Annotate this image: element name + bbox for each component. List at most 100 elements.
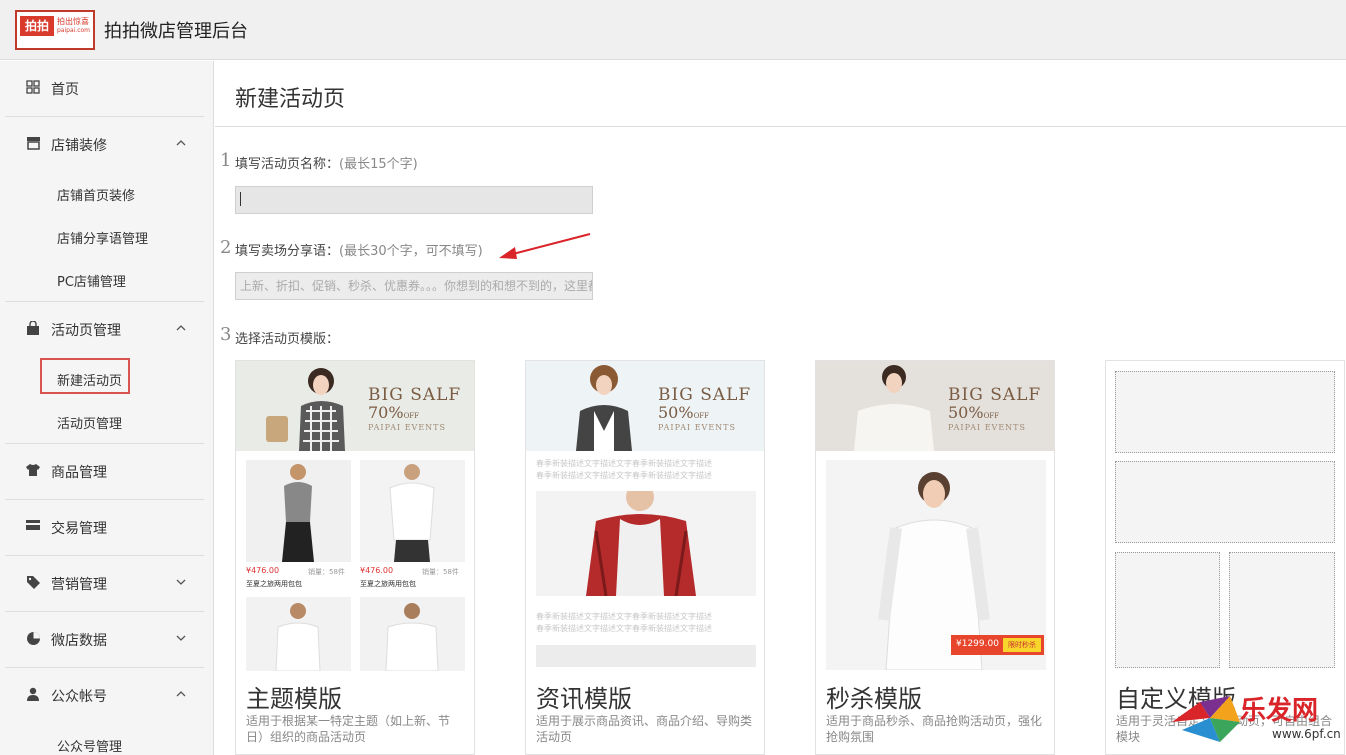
article-photo bbox=[536, 491, 756, 596]
chevron-up-icon[interactable] bbox=[176, 686, 186, 702]
chevron-up-icon[interactable] bbox=[176, 320, 186, 336]
product-photo bbox=[360, 460, 465, 562]
product-photo bbox=[246, 597, 351, 671]
activity-name-input[interactable] bbox=[235, 186, 593, 214]
template-name: 主题模版 bbox=[246, 685, 342, 713]
step-number: 3 bbox=[220, 324, 232, 345]
banner-model-image bbox=[261, 361, 351, 451]
banner-events: PAIPAI EVENTS bbox=[948, 423, 1026, 432]
sidebar-item-label: 店铺装修 bbox=[51, 138, 107, 154]
sidebar-item-store-decoration[interactable]: 店铺装修 bbox=[5, 117, 204, 172]
sidebar-item-marketing[interactable]: 营销管理 bbox=[5, 556, 204, 611]
banner-discount-value: 50% bbox=[948, 403, 984, 422]
sidebar-item-label: 交易管理 bbox=[51, 521, 107, 537]
watermark-brand: 乐发网 bbox=[1240, 696, 1319, 726]
page-title: 新建活动页 bbox=[235, 87, 346, 112]
sidebar-item-label: 公众帐号 bbox=[51, 689, 107, 705]
step-number: 2 bbox=[220, 237, 232, 258]
product-name: 至夏之旅两用包包 bbox=[360, 580, 416, 588]
site-watermark: 乐发网 www.6pf.cn bbox=[1170, 690, 1341, 750]
top-header: 拍拍 拍出惊喜 paipai.com 拍拍微店管理后台 bbox=[0, 0, 1346, 60]
sidebar-subitem-activity-manage[interactable]: 活动页管理 bbox=[57, 413, 122, 432]
product-sales: 销量：58件 bbox=[422, 568, 459, 576]
sidebar-item-home[interactable]: 首页 bbox=[5, 61, 204, 116]
logo-slogan: 拍出惊喜 bbox=[57, 17, 89, 26]
banner-discount: 70%OFF bbox=[368, 403, 419, 422]
sidebar-subitem-home-decoration[interactable]: 店铺首页装修 bbox=[57, 185, 135, 204]
template-name: 秒杀模版 bbox=[826, 685, 922, 713]
product-photo bbox=[360, 597, 465, 671]
bag-icon bbox=[25, 320, 41, 337]
banner-headline: BIG SALF bbox=[658, 385, 752, 405]
filler-text: 春季新装描述文字描述文字春季新装描述文字描述 bbox=[536, 471, 712, 480]
sidebar-item-label: 商品管理 bbox=[51, 465, 107, 481]
banner-events: PAIPAI EVENTS bbox=[368, 423, 446, 432]
article-photo bbox=[536, 645, 756, 667]
card-icon bbox=[25, 519, 41, 535]
sidebar-item-products[interactable]: 商品管理 bbox=[5, 444, 204, 499]
grid-icon bbox=[25, 80, 41, 96]
flash-price: ¥1299.00 bbox=[956, 639, 999, 649]
sidebar-item-label: 首页 bbox=[51, 82, 79, 98]
step2-hint: (最长30个字，可不填写) bbox=[339, 244, 483, 259]
sidebar-subitem-share-text[interactable]: 店铺分享语管理 bbox=[57, 228, 148, 247]
filler-text: 春季新装描述文字描述文字春季新装描述文字描述 bbox=[536, 459, 712, 468]
layout-block bbox=[1229, 552, 1335, 668]
red-arrow-annotation bbox=[499, 233, 591, 259]
banner-off: OFF bbox=[693, 412, 710, 420]
pie-icon bbox=[25, 631, 41, 647]
template-card-theme[interactable]: BIG SALF 70%OFF PAIPAI EVENTS ¥476.00 销量… bbox=[235, 360, 475, 755]
step1-hint: (最长15个字) bbox=[339, 157, 418, 172]
product-price: ¥476.00 bbox=[360, 566, 394, 575]
step1-label-text: 填写活动页名称： bbox=[235, 157, 340, 172]
sidebar-subitem-pc-store[interactable]: PC店铺管理 bbox=[57, 271, 126, 290]
template-name: 资讯模版 bbox=[536, 685, 632, 713]
banner-events: PAIPAI EVENTS bbox=[658, 423, 736, 432]
sidebar-item-activity-pages[interactable]: 活动页管理 bbox=[5, 302, 204, 357]
product-name: 至夏之旅两用包包 bbox=[246, 580, 302, 588]
chevron-up-icon[interactable] bbox=[176, 135, 186, 151]
product-price: ¥476.00 bbox=[246, 566, 280, 575]
sidebar-item-label: 微店数据 bbox=[51, 633, 107, 649]
template-card-news[interactable]: BIG SALF 50%OFF PAIPAI EVENTS 春季新装描述文字描述… bbox=[525, 360, 765, 755]
sidebar-item-transactions[interactable]: 交易管理 bbox=[5, 500, 204, 555]
sidebar-subitem-public-manage[interactable]: 公众号管理 bbox=[57, 736, 122, 755]
sidebar-subitem-new-activity[interactable]: 新建活动页 bbox=[57, 370, 122, 389]
chevron-down-icon[interactable] bbox=[176, 574, 186, 590]
user-icon bbox=[25, 687, 41, 703]
banner-model-image bbox=[546, 361, 656, 451]
watermark-url: www.6pf.cn bbox=[1272, 727, 1341, 741]
logo-domain: paipai.com bbox=[57, 27, 91, 34]
sidebar-item-public-account[interactable]: 公众帐号 bbox=[5, 668, 204, 723]
layout-block bbox=[1115, 552, 1220, 668]
layout-block bbox=[1115, 371, 1335, 453]
banner-discount-value: 70% bbox=[368, 403, 404, 422]
sidebar-item-label: 营销管理 bbox=[51, 577, 107, 593]
paipai-logo[interactable]: 拍拍 拍出惊喜 paipai.com bbox=[15, 10, 95, 50]
text-caret bbox=[240, 191, 241, 206]
sidebar-item-store-data[interactable]: 微店数据 bbox=[5, 612, 204, 667]
banner-discount: 50%OFF bbox=[948, 403, 999, 422]
template-banner: BIG SALF 70%OFF PAIPAI EVENTS bbox=[236, 361, 474, 451]
app-title: 拍拍微店管理后台 bbox=[104, 21, 248, 42]
template-banner: BIG SALF 50%OFF PAIPAI EVENTS bbox=[816, 361, 1054, 451]
template-description: 适用于商品秒杀、商品抢购活动页，强化抢购氛围 bbox=[826, 714, 1043, 744]
chevron-down-icon[interactable] bbox=[176, 630, 186, 646]
step2-label-text: 填写卖场分享语： bbox=[235, 244, 340, 259]
banner-off: OFF bbox=[983, 412, 1000, 420]
step2-label: 填写卖场分享语：(最长30个字，可不填写) bbox=[235, 240, 483, 259]
step1-label: 填写活动页名称：(最长15个字) bbox=[235, 153, 418, 172]
banner-discount: 50%OFF bbox=[658, 403, 709, 422]
filler-text: 春季新装描述文字描述文字春季新装描述文字描述 bbox=[536, 624, 712, 633]
main-content: 新建活动页 1 填写活动页名称：(最长15个字) 2 填写卖场分享语：(最长30… bbox=[215, 61, 1346, 755]
share-text-input[interactable]: 上新、折扣、促销、秒杀、优惠券。。。你想到的和想不到的，这里都有 bbox=[235, 272, 593, 300]
filler-text: 春季新装描述文字描述文字春季新装描述文字描述 bbox=[536, 612, 712, 621]
template-card-flash-sale[interactable]: BIG SALF 50%OFF PAIPAI EVENTS ¥1299.00 限… bbox=[815, 360, 1055, 755]
layout-block bbox=[1115, 461, 1335, 543]
banner-model-image bbox=[836, 361, 946, 451]
flash-price-tag: ¥1299.00 限时秒杀 bbox=[951, 635, 1044, 655]
step3-label: 选择活动页模版： bbox=[235, 332, 340, 347]
banner-discount-value: 50% bbox=[658, 403, 694, 422]
step-number: 1 bbox=[220, 150, 232, 171]
product-sales: 销量：58件 bbox=[308, 568, 345, 576]
